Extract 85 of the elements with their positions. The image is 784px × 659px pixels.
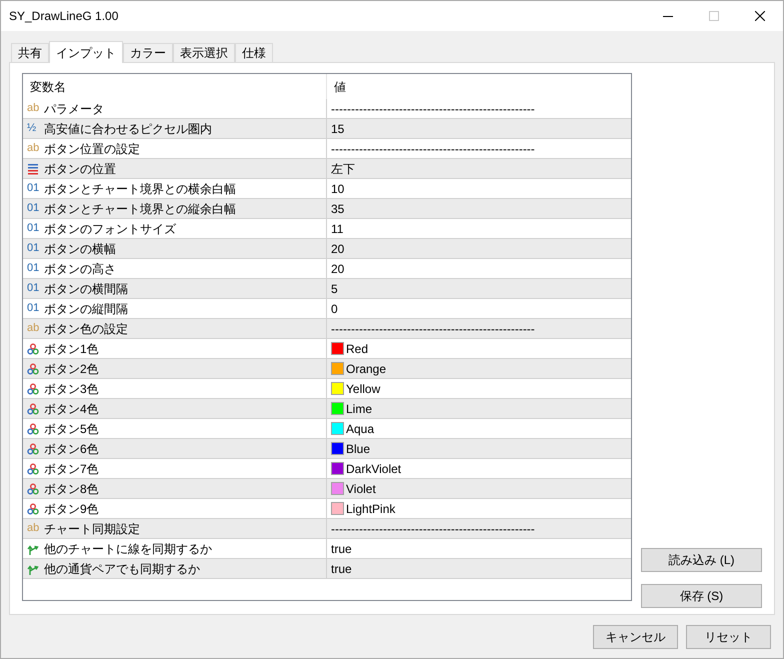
parameter-name: チャート同期設定	[44, 520, 140, 538]
integer-icon: 01	[27, 280, 40, 297]
close-icon	[755, 11, 765, 21]
parameter-name: 他のチャートに線を同期するか	[44, 540, 212, 558]
parameter-value[interactable]: DarkViolet	[346, 460, 402, 478]
parameter-name: ボタン9色	[44, 500, 99, 518]
maximize-icon	[709, 11, 719, 21]
parameter-name: ボタンとチャート境界との横余白幅	[44, 180, 236, 198]
parameter-name: ボタン3色	[44, 380, 99, 398]
parameter-value[interactable]: true	[331, 540, 352, 558]
parameter-name: ボタン6色	[44, 440, 99, 458]
window-title: SY_DrawLineG 1.00	[9, 8, 120, 25]
parameter-value[interactable]: true	[331, 560, 352, 578]
parameter-name: ボタン2色	[44, 360, 99, 378]
text-icon: ab	[27, 320, 40, 337]
parameter-name: 高安値に合わせるピクセル圏内	[44, 120, 212, 138]
parameter-name: ボタン色の設定	[44, 320, 128, 338]
save-button[interactable]: 保存 (S)	[641, 584, 762, 608]
parameter-name: ボタンとチャート境界との縦余白幅	[44, 200, 236, 218]
tab[interactable]: 仕様	[235, 43, 273, 62]
tab[interactable]: 共有	[11, 43, 49, 62]
palette-icon	[27, 342, 39, 354]
integer-icon: 01	[27, 180, 40, 197]
palette-icon	[27, 462, 39, 474]
parameter-value[interactable]: 20	[331, 240, 344, 258]
text-icon: ab	[27, 100, 40, 117]
parameter-name: ボタンの縦間隔	[44, 300, 128, 318]
parameter-name: ボタンの横間隔	[44, 280, 128, 298]
parameter-value[interactable]: 左下	[331, 160, 355, 178]
integer-icon: 01	[27, 200, 40, 217]
palette-icon	[27, 502, 39, 514]
parameter-name: ボタン5色	[44, 420, 99, 438]
palette-icon	[27, 482, 39, 494]
parameter-name: ボタンのフォントサイズ	[44, 220, 176, 238]
integer-icon: 01	[27, 260, 40, 277]
parameter-value[interactable]: 20	[331, 260, 344, 278]
fraction-icon: ½	[27, 120, 40, 137]
parameter-name: ボタン7色	[44, 460, 99, 478]
parameter-name: ボタンの位置	[44, 160, 116, 178]
parameter-name: 他の通貨ペアでも同期するか	[44, 560, 200, 578]
integer-icon: 01	[27, 220, 40, 237]
parameter-value[interactable]: LightPink	[346, 500, 396, 518]
parameter-value[interactable]: ---------------------------------------------------	[331, 140, 535, 158]
parameter-name: ボタン1色	[44, 340, 99, 358]
palette-icon	[27, 422, 39, 434]
parameter-name: ボタンの高さ	[44, 260, 116, 278]
parameter-value[interactable]: 35	[331, 200, 344, 218]
tab[interactable]: インプット	[49, 41, 123, 63]
parameter-value[interactable]: 11	[331, 220, 344, 238]
parameter-name: ボタン8色	[44, 480, 99, 498]
list-icon	[27, 162, 39, 174]
parameter-value[interactable]: 10	[331, 180, 344, 198]
palette-icon	[27, 442, 39, 454]
branch-arrow-icon	[27, 562, 39, 574]
reset-button[interactable]: リセット	[686, 625, 771, 649]
load-button[interactable]: 読み込み (L)	[641, 548, 762, 572]
parameter-name: ボタンの横幅	[44, 240, 116, 258]
integer-icon: 01	[27, 300, 40, 317]
parameter-value[interactable]: 0	[331, 300, 338, 318]
parameter-value[interactable]: Red	[346, 340, 368, 358]
tab[interactable]: 表示選択	[173, 43, 235, 62]
parameter-name: ボタン4色	[44, 400, 99, 418]
parameter-name: パラメータ	[44, 100, 104, 118]
parameter-value[interactable]: Aqua	[346, 420, 374, 438]
cancel-button[interactable]: キャンセル	[593, 625, 678, 649]
palette-icon	[27, 402, 39, 414]
parameter-value[interactable]: Orange	[346, 360, 386, 378]
parameter-value[interactable]: ---------------------------------------------------	[331, 520, 535, 538]
text-icon: ab	[27, 520, 40, 537]
parameter-value[interactable]: Yellow	[346, 380, 380, 398]
parameter-name: ボタン位置の設定	[44, 140, 140, 158]
parameter-value[interactable]: Lime	[346, 400, 372, 418]
palette-icon	[27, 382, 39, 394]
palette-icon	[27, 362, 39, 374]
parameter-value[interactable]: ---------------------------------------------------	[331, 100, 535, 118]
integer-icon: 01	[27, 240, 40, 257]
parameter-value[interactable]: Blue	[346, 440, 370, 458]
text-icon: ab	[27, 140, 40, 157]
branch-arrow-icon	[27, 542, 39, 554]
parameter-value[interactable]: 15	[331, 120, 344, 138]
parameter-value[interactable]: Violet	[346, 480, 376, 498]
parameter-value[interactable]: ---------------------------------------------------	[331, 320, 535, 338]
column-header[interactable]: 値	[327, 74, 631, 99]
tab[interactable]: カラー	[123, 43, 173, 62]
parameter-value[interactable]: 5	[331, 280, 338, 298]
